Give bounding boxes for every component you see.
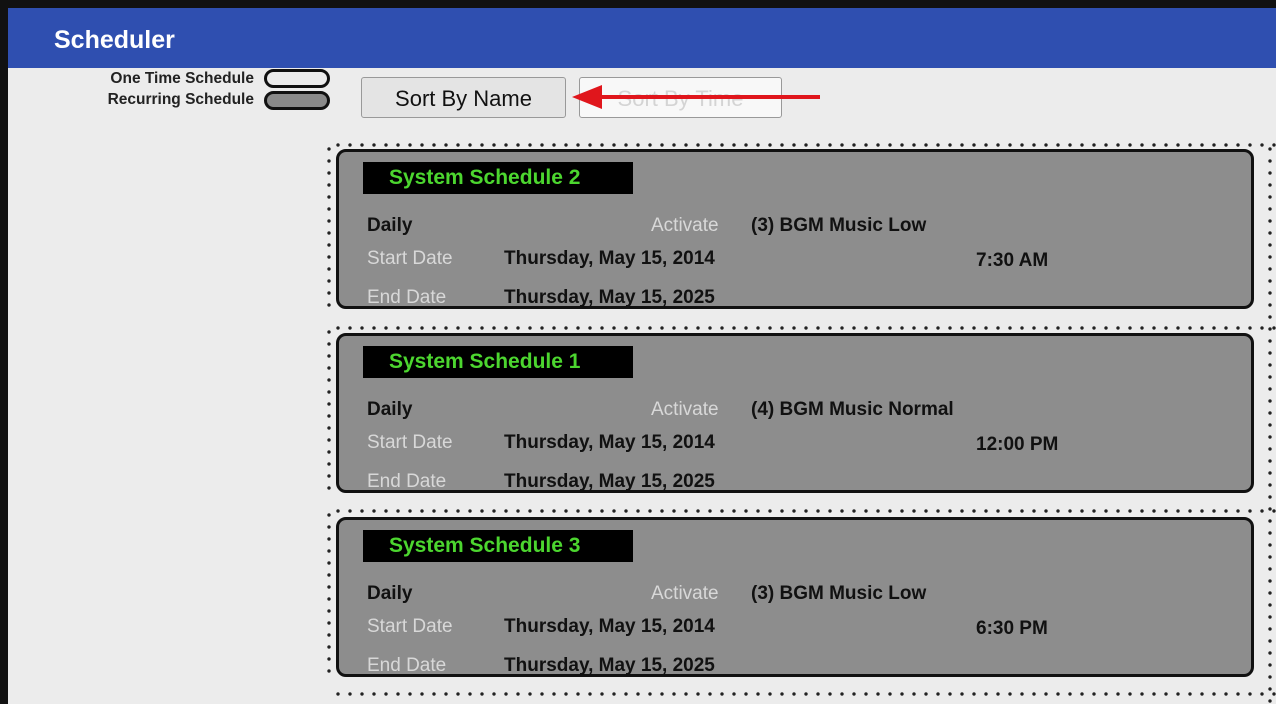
dotted-separator	[327, 326, 331, 497]
activate-label: Activate	[651, 399, 719, 420]
schedule-activate-value: (4) BGM Music Normal	[751, 399, 954, 420]
schedule-end-date: Thursday, May 15, 2025	[504, 471, 715, 492]
title-bar: Scheduler	[8, 8, 1276, 68]
dotted-separator	[332, 143, 1276, 147]
schedule-name: System Schedule 2	[363, 162, 633, 194]
recurring-swatch	[264, 91, 330, 110]
dotted-separator	[332, 509, 1276, 513]
end-date-label: End Date	[367, 655, 447, 676]
schedule-start-date: Thursday, May 15, 2014	[504, 248, 715, 269]
one-time-swatch	[264, 69, 330, 88]
schedule-end-date: Thursday, May 15, 2025	[504, 287, 715, 308]
start-date-label: Start Date	[367, 616, 453, 637]
schedule-time: 7:30 AM	[976, 250, 1049, 271]
schedule-activate-value: (3) BGM Music Low	[751, 583, 927, 604]
legend-recurring-label: Recurring Schedule	[107, 91, 254, 108]
end-date-label: End Date	[367, 287, 447, 308]
dotted-separator	[1268, 143, 1272, 703]
schedule-time: 12:00 PM	[976, 434, 1059, 455]
activate-label: Activate	[651, 215, 719, 236]
schedule-name: System Schedule 3	[363, 530, 633, 562]
schedule-recurrence: Daily	[367, 583, 413, 604]
schedule-time: 6:30 PM	[976, 618, 1048, 639]
sort-by-name-button[interactable]: Sort By Name	[361, 77, 566, 118]
schedule-name: System Schedule 1	[363, 346, 633, 378]
dotted-separator	[332, 326, 1276, 330]
legend-one-time-label: One Time Schedule	[110, 70, 254, 87]
schedule-card[interactable]: System Schedule 2 Daily Activate (3) BGM…	[336, 149, 1254, 309]
page-title: Scheduler	[54, 26, 175, 54]
start-date-label: Start Date	[367, 248, 453, 269]
schedule-card[interactable]: System Schedule 3 Daily Activate (3) BGM…	[336, 517, 1254, 677]
activate-label: Activate	[651, 583, 719, 604]
start-date-label: Start Date	[367, 432, 453, 453]
dotted-separator	[327, 143, 331, 314]
dotted-separator	[327, 509, 331, 680]
schedule-start-date: Thursday, May 15, 2014	[504, 432, 715, 453]
schedule-card[interactable]: System Schedule 1 Daily Activate (4) BGM…	[336, 333, 1254, 493]
schedule-activate-value: (3) BGM Music Low	[751, 215, 927, 236]
schedule-recurrence: Daily	[367, 215, 413, 236]
schedule-start-date: Thursday, May 15, 2014	[504, 616, 715, 637]
annotation-arrow	[572, 85, 820, 109]
dotted-separator	[332, 692, 1276, 696]
end-date-label: End Date	[367, 471, 447, 492]
schedule-recurrence: Daily	[367, 399, 413, 420]
schedule-end-date: Thursday, May 15, 2025	[504, 655, 715, 676]
